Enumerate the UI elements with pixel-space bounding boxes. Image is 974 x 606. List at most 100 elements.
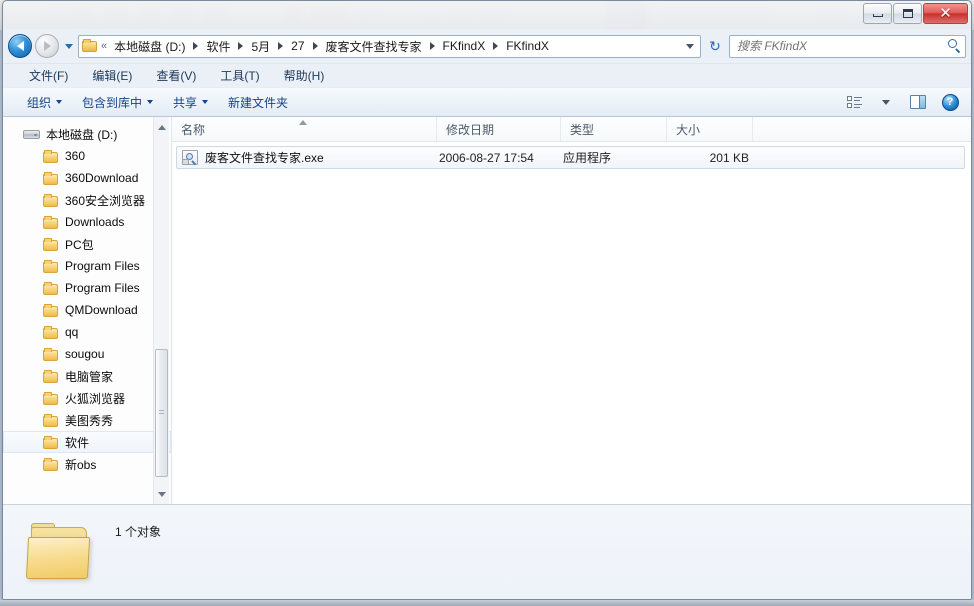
folder-icon [82, 39, 98, 53]
sidebar-item-firefox[interactable]: 火狐浏览器 [3, 387, 171, 409]
sidebar-item-360download[interactable]: 360Download [3, 167, 171, 189]
organize-button[interactable]: 组织 [17, 89, 72, 116]
history-dropdown-button[interactable] [62, 43, 75, 49]
sidebar-item-program-files[interactable]: Program Files [3, 255, 171, 277]
chevron-down-icon [157, 491, 166, 497]
breadcrumb-overflow-icon[interactable]: « [101, 40, 107, 52]
breadcrumb-item-1[interactable]: 软件 [203, 37, 233, 56]
application-exe-icon [182, 150, 198, 166]
scrollbar-thumb[interactable] [155, 349, 168, 477]
breadcrumb-separator-1[interactable] [238, 42, 244, 50]
file-name-label: 废客文件查找专家.exe [205, 151, 324, 165]
scroll-down-button[interactable] [154, 486, 169, 502]
back-button[interactable] [8, 34, 32, 58]
tree-item-label: 本地磁盘 (D:) [46, 127, 118, 142]
change-view-button[interactable] [839, 90, 869, 114]
breadcrumb-separator-2[interactable] [278, 42, 284, 50]
sidebar-item-diannao-guanjia[interactable]: 电脑管家 [3, 365, 171, 387]
column-header-size[interactable]: 大小 [667, 117, 753, 141]
breadcrumb-item-6[interactable]: FKfindX [503, 38, 552, 54]
breadcrumb-separator-4[interactable] [429, 42, 435, 50]
search-input[interactable] [737, 39, 947, 53]
chevron-down-icon [882, 99, 890, 105]
sidebar-item-qmdownload[interactable]: QMDownload [3, 299, 171, 321]
minimize-icon [872, 14, 883, 17]
close-icon: ✕ [939, 5, 952, 22]
share-button[interactable]: 共享 [163, 89, 218, 116]
search-box[interactable] [729, 34, 966, 58]
refresh-button[interactable]: ↻ [704, 35, 726, 58]
column-header-date[interactable]: 修改日期 [437, 117, 561, 141]
include-in-library-label: 包含到库中 [82, 95, 143, 110]
preview-pane-button[interactable] [903, 90, 933, 114]
sidebar-item-ruanjian[interactable]: 软件 [3, 431, 171, 453]
sidebar-item-360-browser[interactable]: 360安全浏览器 [3, 189, 171, 211]
change-view-dropdown[interactable] [871, 90, 901, 114]
tree-item-local-disk-d[interactable]: 本地磁盘 (D:) [3, 123, 171, 145]
sidebar-item-360[interactable]: 360 [3, 145, 171, 167]
view-list-icon [846, 95, 862, 109]
folder-icon [43, 325, 59, 339]
new-folder-label: 新建文件夹 [228, 95, 289, 110]
tree-item-label: Program Files [65, 259, 140, 273]
help-icon: ? [941, 93, 959, 111]
minimize-button[interactable] [863, 3, 892, 24]
scroll-up-button[interactable] [154, 119, 169, 135]
file-list-pane: 名称 修改日期 类型 大小 废客文件查找专家.exe 2006-08-27 17… [172, 117, 971, 504]
sidebar-item-program-files-x86[interactable]: Program Files [3, 277, 171, 299]
column-header-label: 大小 [676, 122, 701, 137]
breadcrumb-item-3[interactable]: 27 [288, 38, 307, 54]
address-dropdown-button[interactable] [682, 43, 698, 49]
chevron-down-icon [64, 43, 73, 49]
navigation-pane-scrollbar[interactable] [153, 117, 169, 504]
column-header-label: 修改日期 [446, 122, 495, 137]
refresh-icon: ↻ [709, 37, 721, 54]
sort-ascending-icon [299, 120, 307, 125]
maximize-button[interactable] [893, 3, 922, 24]
breadcrumb-separator-3[interactable] [312, 42, 318, 50]
chevron-down-icon [147, 100, 154, 104]
forward-button[interactable] [35, 34, 59, 58]
tree-item-label: 360安全浏览器 [65, 193, 146, 208]
file-size-cell: 201 KB [709, 150, 749, 165]
breadcrumb-separator-0[interactable] [193, 42, 199, 50]
maximize-icon [902, 9, 913, 18]
new-folder-button[interactable]: 新建文件夹 [218, 89, 298, 116]
column-header-name[interactable]: 名称 [172, 117, 437, 141]
breadcrumb-item-0[interactable]: 本地磁盘 (D:) [111, 37, 188, 56]
sidebar-item-sougou[interactable]: sougou [3, 343, 171, 365]
folder-tree: 本地磁盘 (D:) 360 360Download 360安全浏览器 Downl… [3, 117, 171, 475]
breadcrumb-item-5[interactable]: FKfindX [440, 38, 489, 54]
menu-item-tools[interactable]: 工具(T) [208, 64, 271, 87]
help-button[interactable]: ? [935, 90, 965, 114]
breadcrumb-item-2[interactable]: 5月 [248, 37, 273, 56]
preview-pane-icon [910, 95, 926, 109]
sidebar-item-downloads[interactable]: Downloads [3, 211, 171, 233]
include-in-library-button[interactable]: 包含到库中 [72, 89, 163, 116]
breadcrumb-separator-5[interactable] [493, 42, 499, 50]
sidebar-item-meitu[interactable]: 美图秀秀 [3, 409, 171, 431]
column-header-type[interactable]: 类型 [561, 117, 667, 141]
file-name-cell: 废客文件查找专家.exe [177, 149, 439, 166]
menu-item-view[interactable]: 查看(V) [144, 64, 208, 87]
folder-icon [43, 457, 59, 471]
breadcrumb-item-4[interactable]: 废客文件查找专家 [323, 37, 425, 56]
folder-icon [43, 237, 59, 251]
close-button[interactable]: ✕ [923, 3, 968, 24]
title-bar[interactable]: ✕ [3, 1, 971, 29]
menu-item-file[interactable]: 文件(F) [17, 64, 80, 87]
sidebar-item-pc-bao[interactable]: PC包 [3, 233, 171, 255]
file-type-cell: 应用程序 [563, 151, 612, 165]
menu-item-edit[interactable]: 编辑(E) [80, 64, 144, 87]
sidebar-item-xin-obs[interactable]: 新obs [3, 453, 171, 475]
status-text: 1 个对象 [115, 525, 162, 539]
column-header-filler[interactable] [753, 117, 971, 141]
table-row[interactable]: 废客文件查找专家.exe 2006-08-27 17:54 应用程序 201 K… [176, 146, 965, 169]
column-header-row: 名称 修改日期 类型 大小 [172, 117, 971, 142]
file-date-cell: 2006-08-27 17:54 [439, 150, 534, 165]
search-icon[interactable] [947, 39, 961, 54]
breadcrumb[interactable]: « 本地磁盘 (D:) 软件 5月 27 废客文件查找专家 FKfindX FK… [78, 34, 701, 58]
sidebar-item-qq[interactable]: qq [3, 321, 171, 343]
folder-front [25, 536, 91, 579]
menu-item-help[interactable]: 帮助(H) [272, 64, 337, 87]
